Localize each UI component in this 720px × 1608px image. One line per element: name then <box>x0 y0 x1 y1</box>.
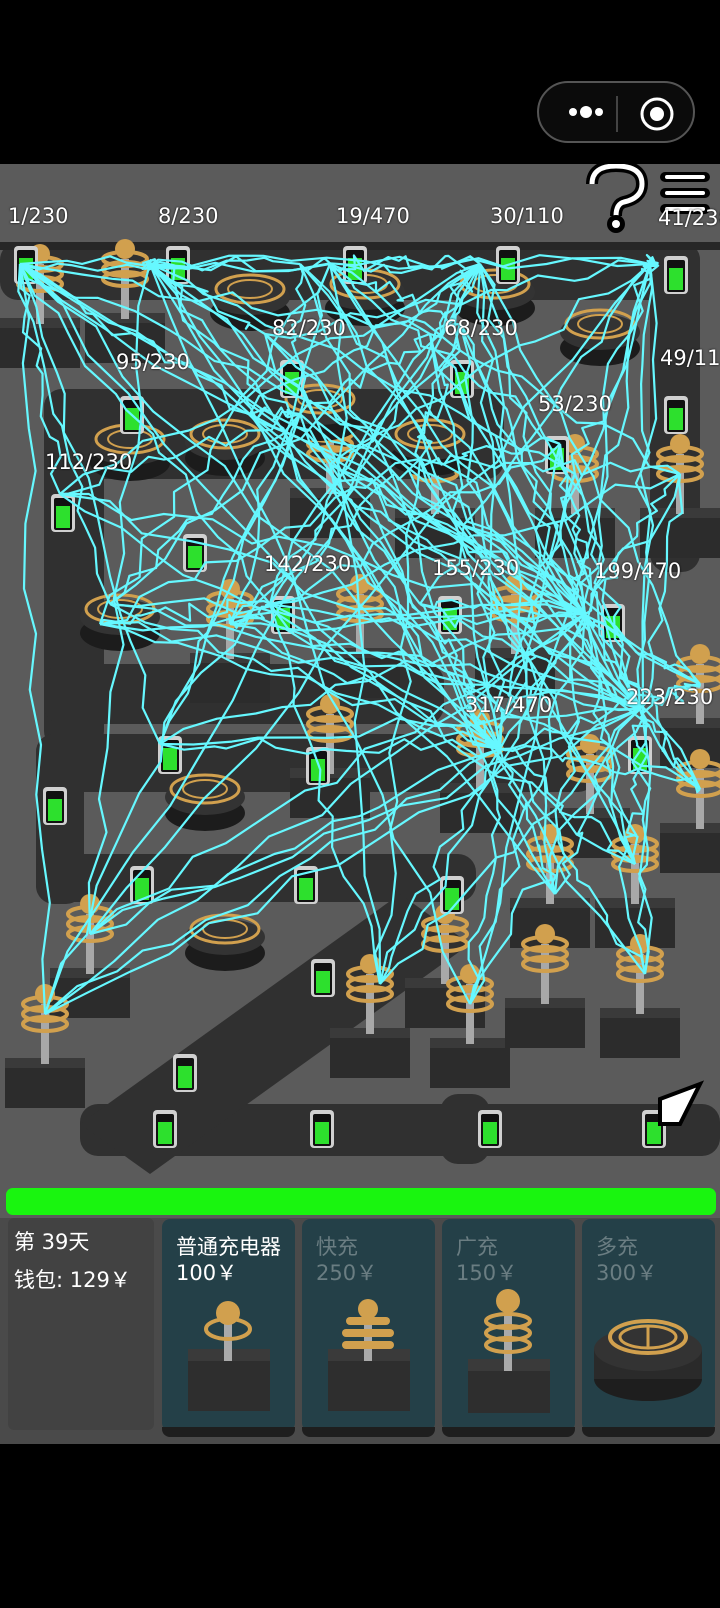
battery-charge-label: 41/230 <box>658 206 720 230</box>
card-shadow <box>162 1427 295 1437</box>
battery-charge <box>178 1066 192 1088</box>
battery-charge-label: 19/470 <box>336 204 410 228</box>
question-mark-icon[interactable] <box>586 164 649 233</box>
coil-top <box>690 749 710 769</box>
player-stats: 第 39天 钱包: 129￥ <box>8 1218 154 1430</box>
card-shadow <box>582 1427 715 1437</box>
multi-charger-icon <box>594 1319 702 1401</box>
shop-card-fast-charger[interactable]: 快充 250￥ <box>302 1219 435 1437</box>
platform-base <box>330 1034 410 1078</box>
wallet-balance: 钱包: 129￥ <box>14 1268 131 1292</box>
platform-base <box>430 1044 510 1088</box>
normal-charger-icon <box>188 1301 270 1411</box>
battery-charge-label: 112/230 <box>45 450 133 474</box>
top-status-bar <box>0 0 720 164</box>
battery-charge <box>669 408 683 430</box>
game-board[interactable]: 1/230 8/230 19/470 30/110 41/230 82/230 68/230… <box>0 164 720 1344</box>
platform-base <box>190 659 270 703</box>
battery-charge <box>445 888 459 910</box>
battery-charge <box>56 506 70 528</box>
battery-charge <box>188 546 202 568</box>
battery-charge-label: 95/230 <box>116 350 190 374</box>
battery-charge-label: 1/230 <box>8 204 69 228</box>
battery-charge <box>163 748 177 770</box>
battery-charge-label: 82/230 <box>272 316 346 340</box>
shop-item-price: 300￥ <box>596 1261 658 1285</box>
card-shadow <box>302 1427 435 1437</box>
bottom-black-bar <box>0 1444 720 1608</box>
battery-charge-label: 199/470 <box>594 559 682 583</box>
battery-charge <box>158 1122 172 1144</box>
battery-charge <box>299 878 313 900</box>
shop-item-price: 250￥ <box>316 1261 378 1285</box>
day-counter: 第 39天 <box>14 1230 90 1254</box>
shop-item-price: 100￥ <box>176 1261 238 1285</box>
mini-program-capsule[interactable] <box>537 81 695 143</box>
battery-charge-label: 223/230 <box>626 685 714 709</box>
shop-card-multi-charger[interactable]: 多充 300￥ <box>582 1219 715 1437</box>
battery-charge-label: 8/230 <box>158 204 219 228</box>
shop-card-wide-charger[interactable]: 广充 150￥ <box>442 1219 575 1437</box>
coil-top <box>115 239 135 259</box>
coil-top <box>670 434 690 454</box>
platform-base <box>5 1064 85 1108</box>
coil-top <box>535 924 555 944</box>
platform-base <box>505 1004 585 1048</box>
wide-charger-icon <box>468 1289 550 1413</box>
battery-charge-label: 68/230 <box>444 316 518 340</box>
coil-top <box>690 644 710 664</box>
target-circle-icon[interactable] <box>639 96 675 132</box>
battery-charge <box>483 1122 497 1144</box>
battery-charge-label: 317/470 <box>465 693 553 717</box>
platform-top <box>660 718 720 728</box>
fast-charger-icon <box>328 1299 410 1411</box>
battery-charge-label: 142/230 <box>264 552 352 576</box>
platform-base <box>600 1014 680 1058</box>
battery-charge <box>315 1122 329 1144</box>
platform-top <box>660 823 720 833</box>
shop-card-normal-charger[interactable]: 普通充电器 100￥ <box>162 1219 295 1437</box>
battery-charge-label: 49/110 <box>660 346 720 370</box>
battery-charge-label: 155/230 <box>432 556 520 580</box>
capsule-divider <box>616 96 618 132</box>
battery-charge-label: 53/230 <box>538 392 612 416</box>
card-shadow <box>442 1427 575 1437</box>
day-progress-bar <box>6 1188 716 1215</box>
platform-base <box>660 829 720 873</box>
shop-item-price: 150￥ <box>456 1261 518 1285</box>
battery-charge <box>669 268 683 290</box>
battery-charge <box>316 971 330 993</box>
battery-charge-label: 30/110 <box>490 204 564 228</box>
battery-charge <box>48 799 62 821</box>
more-dots-icon[interactable] <box>561 97 611 127</box>
